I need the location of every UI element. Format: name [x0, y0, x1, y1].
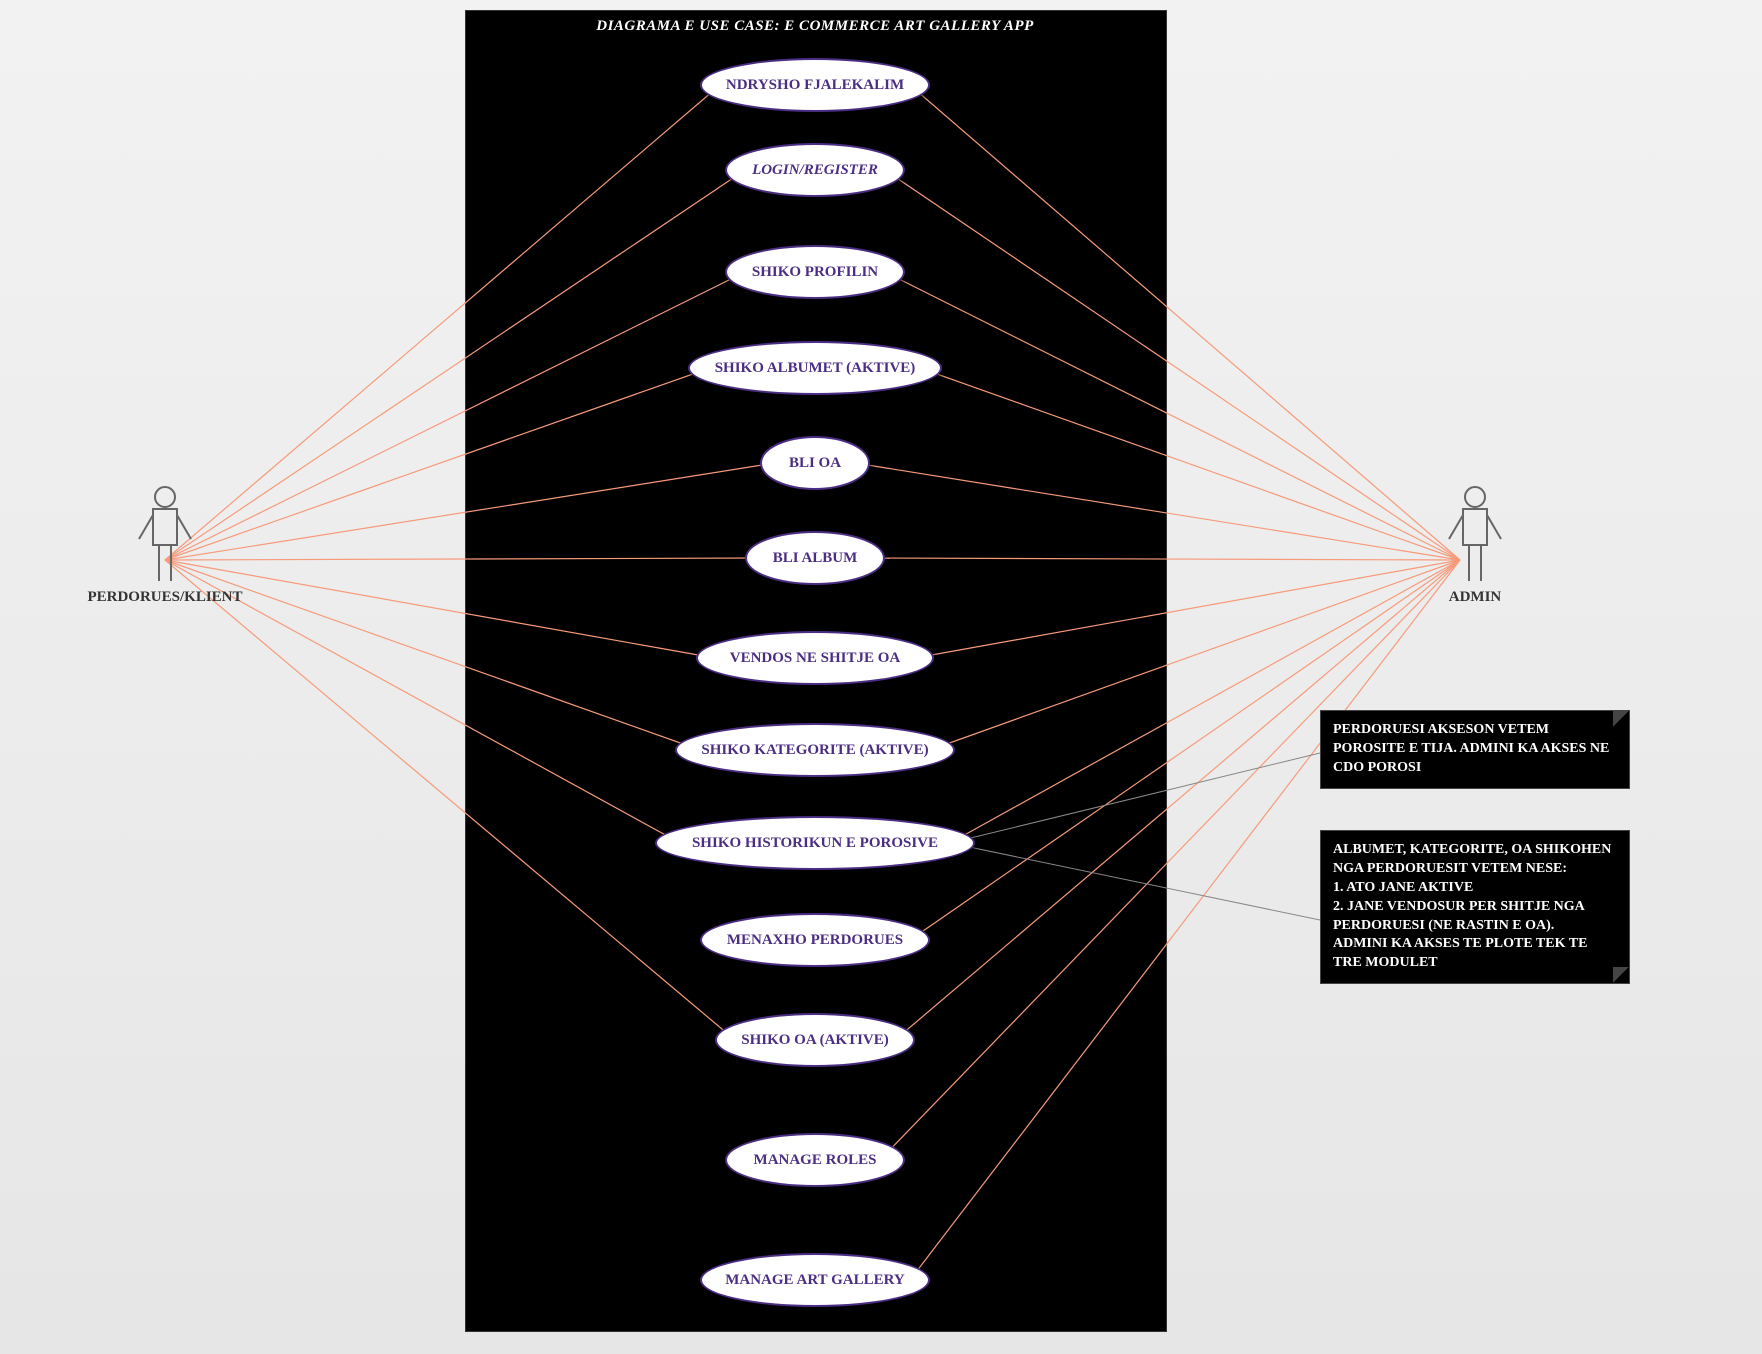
- usecase-label: SHIKO ALBUMET (AKTIVE): [715, 360, 916, 377]
- usecase-label: BLI ALBUM: [773, 550, 858, 567]
- usecase-label: LOGIN/REGISTER: [752, 162, 878, 179]
- person-icon: [137, 485, 193, 583]
- note-porosi[interactable]: PERDORUESI AKSESON VETEM POROSITE E TIJA…: [1320, 710, 1630, 789]
- usecase-label: MANAGE ART GALLERY: [725, 1272, 905, 1289]
- usecase-login-register[interactable]: LOGIN/REGISTER: [725, 143, 905, 197]
- actor-label: PERDORUES/KLIENT: [50, 589, 280, 606]
- note-text: PERDORUESI AKSESON VETEM POROSITE E TIJA…: [1333, 722, 1609, 775]
- actor-label: ADMIN: [1415, 589, 1535, 606]
- usecase-label: NDRYSHO FJALEKALIM: [726, 77, 904, 94]
- actor-admin[interactable]: ADMIN: [1415, 485, 1535, 606]
- usecase-label: VENDOS NE SHITJE OA: [730, 650, 900, 667]
- usecase-manage-roles[interactable]: MANAGE ROLES: [725, 1133, 905, 1187]
- usecase-ndrysho-fjalekalim[interactable]: NDRYSHO FJALEKALIM: [700, 58, 930, 112]
- usecase-menaxho-perdorues[interactable]: MENAXHO PERDORUES: [700, 913, 930, 967]
- usecase-shiko-profilin[interactable]: SHIKO PROFILIN: [725, 245, 905, 299]
- usecase-vendos-shitje-oa[interactable]: VENDOS NE SHITJE OA: [696, 631, 934, 685]
- usecase-label: MANAGE ROLES: [754, 1152, 877, 1169]
- note-modulet[interactable]: ALBUMET, KATEGORITE, OA SHIKOHEN NGA PER…: [1320, 830, 1630, 984]
- note-text: ALBUMET, KATEGORITE, OA SHIKOHEN NGA PER…: [1333, 842, 1611, 970]
- usecase-shiko-kategorite[interactable]: SHIKO KATEGORITE (AKTIVE): [675, 723, 955, 777]
- usecase-label: SHIKO OA (AKTIVE): [741, 1032, 889, 1049]
- diagram-title: DIAGRAMA E USE CASE: E COMMERCE ART GALL…: [465, 18, 1165, 35]
- usecase-bli-oa[interactable]: BLI OA: [760, 436, 870, 490]
- usecase-manage-art-gallery[interactable]: MANAGE ART GALLERY: [700, 1253, 930, 1307]
- usecase-shiko-historikun[interactable]: SHIKO HISTORIKUN E POROSIVE: [655, 816, 975, 870]
- actor-user[interactable]: PERDORUES/KLIENT: [50, 485, 280, 606]
- usecase-label: MENAXHO PERDORUES: [727, 932, 903, 949]
- usecase-shiko-albumet[interactable]: SHIKO ALBUMET (AKTIVE): [688, 341, 942, 395]
- usecase-shiko-oa[interactable]: SHIKO OA (AKTIVE): [715, 1013, 915, 1067]
- usecase-label: SHIKO PROFILIN: [752, 264, 878, 281]
- usecase-bli-album[interactable]: BLI ALBUM: [745, 531, 885, 585]
- usecase-label: SHIKO KATEGORITE (AKTIVE): [701, 742, 928, 759]
- note-fold-icon: [1613, 711, 1629, 727]
- usecase-label: BLI OA: [789, 455, 841, 472]
- person-icon: [1447, 485, 1503, 583]
- diagram-canvas: DIAGRAMA E USE CASE: E COMMERCE ART GALL…: [0, 0, 1762, 1354]
- note-fold-icon: [1613, 967, 1629, 983]
- usecase-label: SHIKO HISTORIKUN E POROSIVE: [692, 835, 938, 852]
